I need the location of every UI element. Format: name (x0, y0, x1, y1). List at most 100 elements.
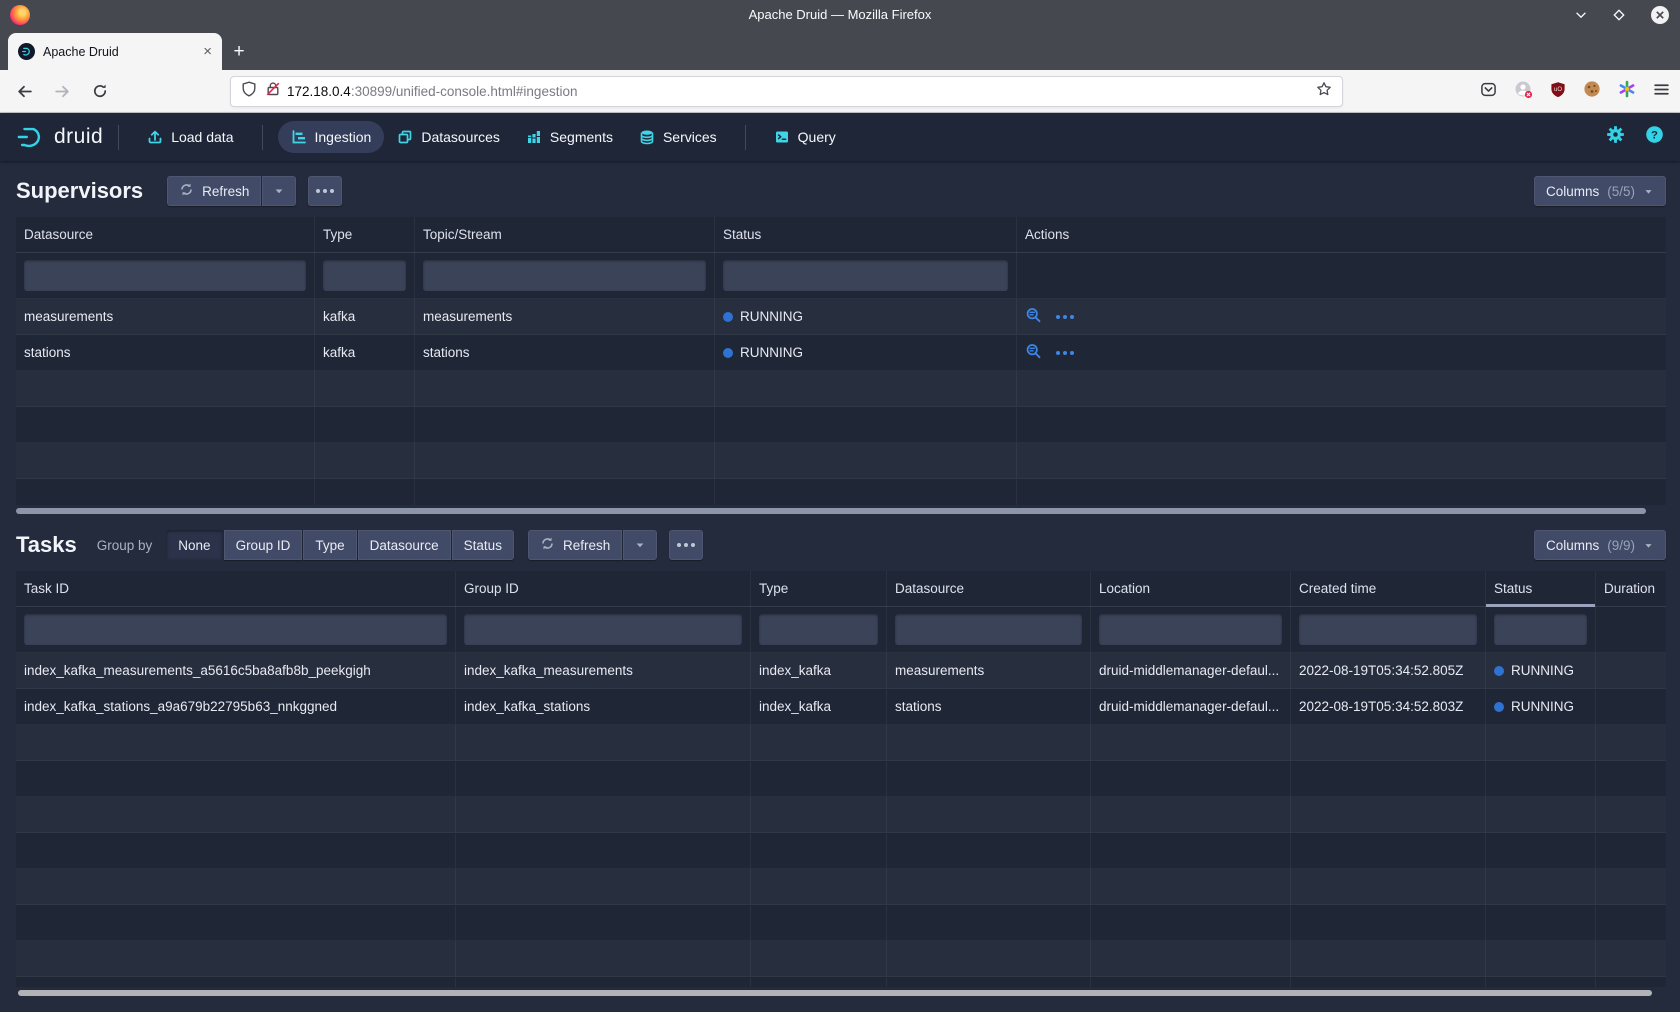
supervisors-table: DatasourceTypeTopic/StreamStatusActions m… (16, 217, 1666, 505)
cell-created_time (1290, 977, 1485, 987)
tasks-refresh-caret-button[interactable] (623, 530, 657, 560)
row-more-actions-icon[interactable] (1056, 315, 1074, 319)
status-dot (1494, 702, 1504, 712)
column-header-datasource[interactable]: Datasource (886, 571, 1090, 607)
filter-input-created_time[interactable] (1299, 614, 1477, 645)
cell-actions (1016, 371, 1666, 406)
filter-input-topic[interactable] (423, 260, 706, 291)
filter-input-status[interactable] (1494, 614, 1587, 645)
pocket-icon[interactable] (1480, 81, 1497, 103)
nav-item-services[interactable]: Services (626, 121, 730, 153)
nav-item-query[interactable]: Query (761, 121, 849, 153)
refresh-label: Refresh (202, 184, 249, 199)
column-header-topic[interactable]: Topic/Stream (414, 217, 714, 253)
extension-asterisk-icon[interactable] (1618, 80, 1636, 103)
filter-input-datasource[interactable] (895, 614, 1082, 645)
filter-input-datasource[interactable] (24, 260, 306, 291)
cell-created_time (1290, 833, 1485, 868)
tab-close-icon[interactable]: × (203, 44, 212, 59)
supervisors-refresh-caret-button[interactable] (262, 176, 296, 206)
tasks-columns-button[interactable]: Columns (9/9) (1534, 530, 1666, 560)
row-more-actions-icon[interactable] (1056, 351, 1074, 355)
filter-input-group_id[interactable] (464, 614, 742, 645)
table-row-empty (16, 869, 1666, 905)
column-header-task_id[interactable]: Task ID (16, 571, 455, 607)
filter-input-type[interactable] (323, 260, 406, 291)
shield-icon[interactable] (241, 81, 257, 102)
filter-input-type[interactable] (759, 614, 878, 645)
column-header-status[interactable]: Status (1485, 571, 1595, 607)
supervisors-refresh-button[interactable]: Refresh (167, 176, 261, 206)
new-tab-button[interactable]: + (222, 34, 256, 70)
scrollbar-thumb[interactable] (16, 508, 1646, 514)
lock-insecure-icon[interactable] (265, 81, 281, 102)
group-by-status-button[interactable]: Status (452, 530, 514, 560)
reload-icon[interactable] (84, 75, 116, 107)
filter-input-status[interactable] (723, 260, 1008, 291)
menu-icon[interactable] (1653, 81, 1670, 103)
group-by-label: Group by (97, 538, 153, 553)
table-row[interactable]: stationskafkastationsRUNNING (16, 335, 1666, 371)
druid-logo[interactable]: druid (16, 124, 103, 150)
cell-datasource (886, 725, 1090, 760)
supervisors-more-button[interactable] (308, 176, 342, 206)
column-header-actions[interactable]: Actions (1016, 217, 1666, 253)
table-row[interactable]: measurementskafkameasurementsRUNNING (16, 299, 1666, 335)
column-header-type[interactable]: Type (750, 571, 886, 607)
status-dot (1494, 666, 1504, 676)
table-row[interactable]: index_kafka_stations_a9a679b22795b63_nnk… (16, 689, 1666, 725)
cell-status: RUNNING (714, 299, 1016, 334)
nav-item-segments[interactable]: Segments (513, 121, 626, 153)
cell-location (1090, 977, 1290, 987)
table-row-empty (16, 797, 1666, 833)
cell-location (1090, 761, 1290, 796)
column-header-created_time[interactable]: Created time (1290, 571, 1485, 607)
cell-duration (1595, 833, 1666, 868)
group-by-group-id-button[interactable]: Group ID (224, 530, 303, 560)
back-icon[interactable] (8, 75, 40, 107)
maximize-icon[interactable] (1612, 8, 1626, 22)
chevron-down-icon (1643, 540, 1654, 551)
group-by-none-button[interactable]: None (166, 530, 222, 560)
help-icon[interactable]: ? (1645, 125, 1664, 149)
filter-input-location[interactable] (1099, 614, 1282, 645)
minimize-icon[interactable] (1574, 8, 1588, 22)
druid-favicon-icon (18, 43, 35, 60)
group-by-datasource-button[interactable]: Datasource (358, 530, 451, 560)
nav-item-ingestion[interactable]: Ingestion (278, 121, 385, 153)
svg-text:?: ? (1651, 130, 1658, 142)
column-header-group_id[interactable]: Group ID (455, 571, 750, 607)
table-row-empty (16, 443, 1666, 479)
group-by-type-button[interactable]: Type (303, 530, 356, 560)
column-header-type[interactable]: Type (314, 217, 414, 253)
forward-icon[interactable] (46, 75, 78, 107)
cell-topic (414, 443, 714, 478)
column-header-duration[interactable]: Duration (1595, 571, 1666, 607)
column-header-datasource[interactable]: Datasource (16, 217, 314, 253)
tasks-more-button[interactable] (669, 530, 703, 560)
cell-created_time (1290, 797, 1485, 832)
cell-group_id (455, 833, 750, 868)
table-row[interactable]: index_kafka_measurements_a5616c5ba8afb8b… (16, 653, 1666, 689)
cell-type: kafka (314, 335, 414, 370)
filter-input-task_id[interactable] (24, 614, 447, 645)
nav-item-load-data[interactable]: Load data (134, 121, 246, 153)
supervisors-columns-button[interactable]: Columns (5/5) (1534, 176, 1666, 206)
filter-cell-group_id (455, 607, 750, 652)
ublock-icon[interactable]: uO (1550, 81, 1566, 103)
scrollbar-thumb[interactable] (18, 990, 1652, 996)
magnify-data-icon[interactable] (1025, 307, 1042, 327)
column-header-location[interactable]: Location (1090, 571, 1290, 607)
account-icon[interactable] (1514, 80, 1533, 104)
cookie-icon[interactable] (1583, 80, 1601, 103)
gear-icon[interactable] (1606, 125, 1625, 149)
browser-tab[interactable]: Apache Druid × (8, 33, 222, 70)
nav-item-datasources[interactable]: Datasources (384, 121, 513, 153)
column-header-status[interactable]: Status (714, 217, 1016, 253)
url-bar[interactable]: 172.18.0.4:30899/unified-console.html#in… (230, 76, 1343, 107)
close-icon[interactable] (1650, 5, 1670, 25)
bookmark-star-icon[interactable] (1316, 81, 1332, 102)
tasks-refresh-button[interactable]: Refresh (528, 530, 622, 560)
cell-datasource (886, 905, 1090, 940)
magnify-data-icon[interactable] (1025, 343, 1042, 363)
